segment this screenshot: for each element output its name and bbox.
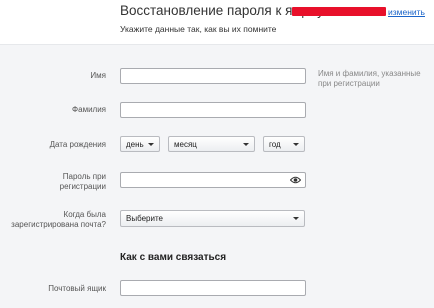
first-name-input[interactable] (120, 68, 306, 84)
name-hint: Имя и фамилия, указанные при регистрации (318, 69, 421, 88)
change-mailbox-link[interactable]: изменить (388, 7, 425, 17)
birth-date-label: Дата рождения (49, 140, 106, 149)
contact-section-heading: Как с вами связаться (120, 252, 227, 263)
password-input[interactable] (120, 172, 306, 188)
birth-month-value: месяц (174, 140, 197, 149)
mailbox-input[interactable] (120, 280, 306, 296)
birth-month-select[interactable]: месяц (168, 136, 255, 152)
eye-icon[interactable] (290, 175, 301, 185)
last-name-input[interactable] (120, 102, 306, 118)
mailbox-label: Почтовый ящик (48, 284, 106, 293)
chevron-down-icon (243, 143, 249, 146)
registered-when-value: Выберите (126, 214, 163, 223)
birth-day-select[interactable]: день (120, 136, 160, 152)
registered-when-label: Когда была зарегистрирована почта? (11, 210, 106, 229)
birth-year-select[interactable]: год (263, 136, 305, 152)
chevron-down-icon (293, 217, 299, 220)
chevron-down-icon (293, 143, 299, 146)
last-name-label: Фамилия (72, 105, 106, 114)
first-name-label: Имя (90, 71, 106, 80)
page-subtitle: Укажите данные так, как вы их помните (120, 24, 277, 34)
header: Восстановление пароля к ящику изменить У… (0, 0, 434, 45)
registered-when-select[interactable]: Выберите (120, 210, 305, 227)
birth-year-value: год (269, 140, 281, 149)
chevron-down-icon (148, 143, 154, 146)
birth-day-value: день (126, 140, 144, 149)
password-label: Пароль при регистрации (59, 172, 106, 191)
redacted-email (292, 7, 386, 16)
